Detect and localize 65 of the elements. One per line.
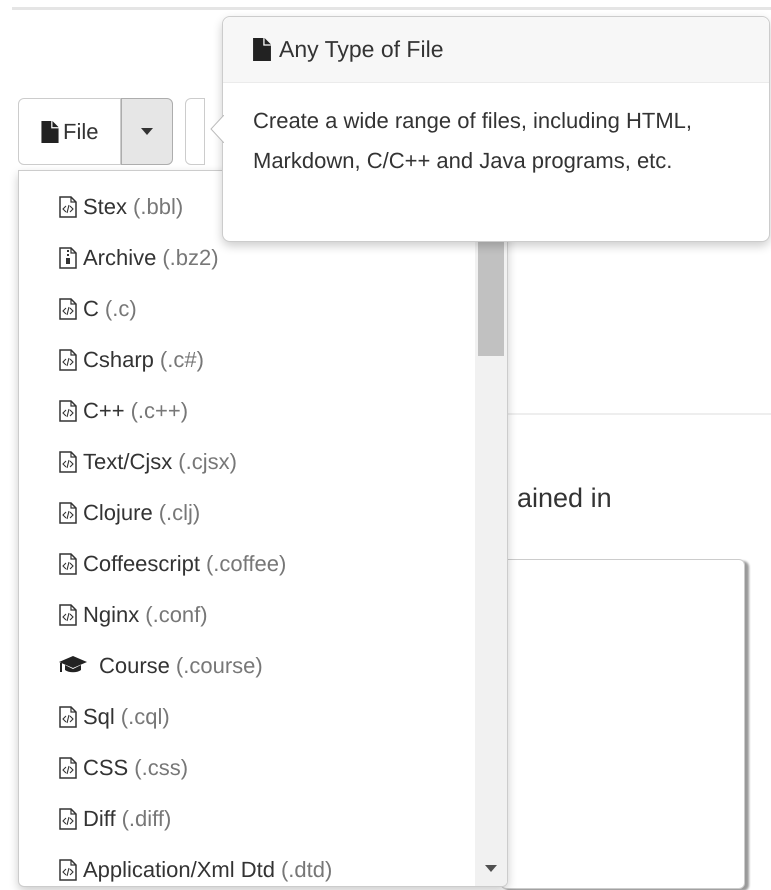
file-extension: (.clj) — [158, 499, 200, 527]
file-type-name: C — [83, 295, 99, 323]
menu-item[interactable]: Nginx (.conf) — [19, 589, 475, 640]
menu-item[interactable]: CSS (.css) — [19, 742, 475, 793]
menu-item[interactable]: Archive (.bz2) — [19, 232, 475, 283]
file-extension: (.cql) — [120, 703, 170, 731]
file-extension: (.dtd) — [280, 856, 332, 884]
file-type-name: Nginx — [83, 601, 140, 629]
file-type-name: C++ — [83, 397, 125, 425]
menu-item[interactable]: Clojure (.clj) — [19, 487, 475, 538]
code-file-icon — [59, 552, 77, 574]
file-extension: (.course) — [176, 652, 263, 680]
file-type-name: CSS — [83, 754, 128, 782]
dropdown-toggle[interactable] — [121, 98, 174, 165]
menu-item[interactable]: C (.c) — [19, 283, 475, 334]
body-text: ained in — [517, 482, 613, 515]
code-file-icon — [59, 706, 77, 728]
code-file-icon — [59, 756, 77, 778]
code-file-icon — [59, 604, 77, 626]
code-file-icon — [59, 348, 77, 370]
file-type-name: Stex — [83, 193, 128, 221]
code-file-icon — [59, 196, 77, 218]
code-file-icon — [59, 400, 77, 422]
button[interactable] — [185, 98, 206, 165]
code-file-icon — [59, 858, 77, 880]
menu-item[interactable]: Coffeescript (.coffee) — [19, 538, 475, 589]
file-extension: (.bbl) — [133, 193, 184, 221]
file-type-name: Coffeescript — [83, 550, 200, 578]
file-type-name: Diff — [83, 805, 116, 833]
menu-item[interactable]: Csharp (.c#) — [19, 334, 475, 385]
menu-item[interactable]: Stex (.bbl) — [19, 181, 475, 232]
menu-item[interactable]: Sql (.cql) — [19, 691, 475, 742]
file-button[interactable]: File — [18, 98, 122, 165]
code-file-icon — [59, 450, 77, 472]
menu-item[interactable]: Text/Cjsx (.cjsx) — [19, 436, 475, 487]
file-extension: (.c#) — [160, 346, 204, 374]
file-type-name: Application/Xml Dtd — [83, 856, 275, 884]
file-type-name: Csharp — [83, 346, 154, 374]
file-icon — [41, 120, 59, 142]
file-extension: (.cjsx) — [178, 448, 237, 476]
popover-title: Any Type of File — [279, 35, 444, 64]
menu-item[interactable]: Application/Xml Dtd (.dtd) — [19, 844, 475, 886]
file-type-name: Text/Cjsx — [83, 448, 172, 476]
popover-body: Create a wide range of files, including HTML, Markdown, C/C++ and Java programs, etc. — [252, 107, 693, 175]
file-extension: (.diff) — [122, 805, 172, 833]
code-file-icon — [59, 808, 77, 830]
file-extension: (.coffee) — [206, 550, 286, 578]
code-file-icon — [59, 298, 77, 320]
menu-item[interactable]: Diff (.diff) — [19, 793, 475, 844]
file-extension: (.bz2) — [162, 244, 219, 272]
scroll-down-arrow-icon[interactable] — [485, 865, 497, 872]
code-file-icon — [59, 502, 77, 524]
file-extension: (.c) — [104, 295, 137, 323]
file-type-name: Clojure — [83, 499, 153, 527]
file-extension: (.css) — [134, 754, 188, 782]
file-type-name: Sql — [83, 703, 115, 731]
menu-item[interactable]: Course (.course) — [19, 640, 475, 691]
file-icon — [253, 38, 271, 61]
file-extension: (.c++) — [130, 397, 188, 425]
file-extension: (.conf) — [145, 601, 208, 629]
file-type-name: Archive — [83, 244, 156, 272]
file-type-name: Course — [99, 652, 170, 680]
archive-file-icon — [59, 246, 77, 268]
caret-icon — [141, 128, 154, 135]
menu-item[interactable]: C++ (.c++) — [19, 385, 475, 436]
